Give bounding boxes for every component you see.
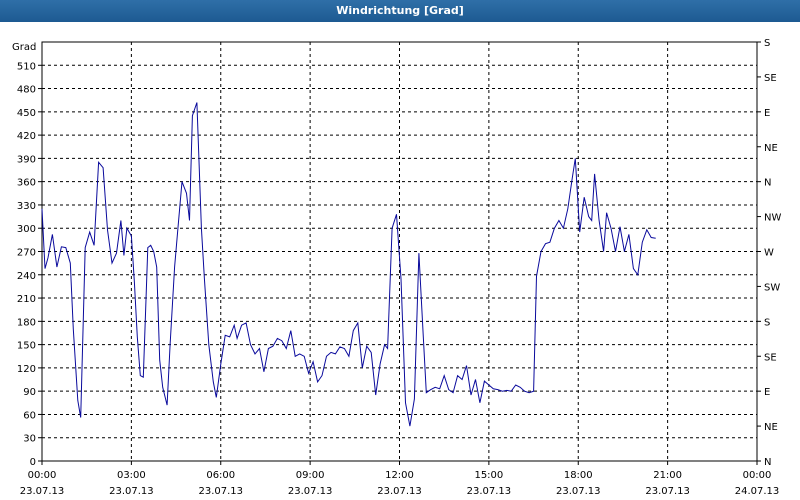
x-tick-date: 23.07.13 [377, 486, 422, 497]
x-tick-date: 23.07.13 [198, 486, 243, 497]
y-tick-label: 450 [17, 108, 36, 119]
compass-tick-label: SE [764, 73, 777, 84]
x-tick-date: 24.07.13 [735, 486, 780, 497]
y-tick-label: 120 [17, 364, 36, 375]
x-tick-date: 23.07.13 [556, 486, 601, 497]
x-tick-date: 23.07.13 [20, 486, 65, 497]
y-tick-label: 90 [23, 387, 36, 398]
x-tick-time: 15:00 [474, 470, 503, 481]
x-tick-time: 09:00 [296, 470, 325, 481]
x-tick-date: 23.07.13 [645, 486, 690, 497]
compass-tick-label: N [764, 457, 771, 468]
compass-tick-label: W [764, 248, 774, 259]
compass-tick-label: N [764, 178, 771, 189]
y-tick-label: 480 [17, 85, 36, 96]
compass-tick-label: E [764, 387, 770, 398]
y-tick-label: 270 [17, 248, 36, 259]
y-tick-label: 30 [23, 434, 36, 445]
y-axis-compass: N NE E SE S SW W NW N NE E SE S [757, 38, 781, 468]
compass-tick-label: S [764, 317, 770, 328]
y-tick-label: 0 [30, 457, 36, 468]
x-tick-date: 23.07.13 [288, 486, 333, 497]
y-axis-label: Grad [12, 42, 36, 53]
x-tick-time: 18:00 [564, 470, 593, 481]
x-tick-time: 06:00 [206, 470, 235, 481]
y-tick-label: 60 [23, 410, 36, 421]
x-tick-date: 23.07.13 [109, 486, 154, 497]
compass-tick-label: E [764, 108, 770, 119]
x-tick-time: 21:00 [653, 470, 682, 481]
y-tick-label: 210 [17, 294, 36, 305]
compass-tick-label: NE [764, 143, 778, 154]
y-tick-label: 180 [17, 317, 36, 328]
x-tick-time: 03:00 [117, 470, 146, 481]
x-tick-time: 12:00 [385, 470, 414, 481]
compass-tick-label: NW [764, 213, 781, 224]
y-tick-label: 300 [17, 224, 36, 235]
y-tick-label: 390 [17, 154, 36, 165]
x-tick-time: 00:00 [28, 470, 57, 481]
compass-tick-label: NE [764, 422, 778, 433]
wind-direction-chart: 0 30 60 90 120 150 180 210 240 270 300 330 360 390 420… [12, 38, 781, 497]
y-tick-label: 240 [17, 271, 36, 282]
x-tick-time: 00:00 [743, 470, 772, 481]
y-tick-label: 360 [17, 178, 36, 189]
x-tick-date: 23.07.13 [467, 486, 512, 497]
y-axis-degrees: 0 30 60 90 120 150 180 210 240 270 300 330 360 390 420… [17, 61, 42, 468]
compass-tick-label: SE [764, 352, 777, 363]
compass-tick-label: SW [764, 282, 780, 293]
compass-tick-label: S [764, 38, 770, 49]
x-axis-time: 00:00 23.07.13 03:00 23.07.13 06:00 23.07.13 0… [20, 461, 780, 497]
y-tick-label: 150 [17, 341, 36, 352]
y-tick-label: 330 [17, 201, 36, 212]
y-tick-label: 510 [17, 61, 36, 72]
y-tick-label: 420 [17, 131, 36, 142]
